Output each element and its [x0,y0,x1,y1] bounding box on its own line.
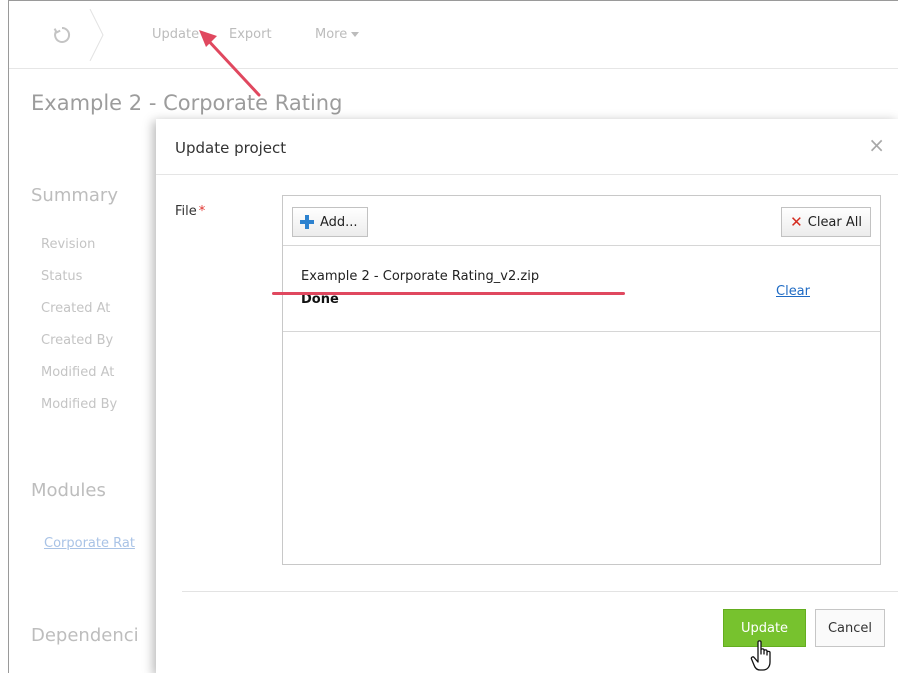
summary-heading: Summary [31,185,118,206]
chevron-down-icon [351,32,360,37]
cancel-button[interactable]: Cancel [815,609,885,647]
dialog-header: Update project × [156,119,898,175]
dependencies-heading: Dependenci [31,625,139,646]
toolbar-more-menu[interactable]: More [315,27,360,42]
update-project-dialog: Update project × File * Add... ✕ Clear Al… [156,119,898,673]
file-label-text: File [175,204,197,219]
list-item: Example 2 - Corporate Rating_v2.zip Done… [283,246,880,332]
refresh-icon[interactable] [52,25,72,45]
toolbar-update-link[interactable]: Update [152,27,199,42]
field-label: Created By [41,333,114,348]
add-file-button[interactable]: Add... [292,207,368,237]
add-button-label: Add... [320,214,358,230]
annotation-underline [272,292,625,295]
required-marker: * [198,204,206,219]
dialog-title: Update project [175,139,287,157]
plus-icon [300,215,314,229]
module-link[interactable]: Corporate Rat [44,536,135,551]
hand-cursor-icon [750,640,771,671]
toolbar-more-label: More [315,27,348,42]
clear-all-button[interactable]: ✕ Clear All [781,207,871,237]
file-field-label: File * [175,204,205,219]
top-toolbar: Update Export More [9,1,898,69]
app-window: Update Export More Example 2 - Corporate… [8,0,898,673]
field-label: Status [41,269,83,284]
clear-file-link[interactable]: Clear [776,284,810,299]
x-icon: ✕ [790,213,803,231]
field-label: Modified At [41,365,115,380]
modules-heading: Modules [31,480,106,501]
page-title: Example 2 - Corporate Rating [31,91,343,115]
toolbar-separator [89,9,104,61]
field-label: Modified By [41,397,118,412]
close-icon[interactable]: × [868,135,885,155]
annotation-arrow-icon [199,30,261,97]
dialog-footer-divider [182,591,898,592]
field-label: Revision [41,237,96,252]
upload-toolbar: Add... ✕ Clear All [283,196,880,246]
field-label: Created At [41,301,111,316]
clear-all-label: Clear All [807,214,862,230]
file-name: Example 2 - Corporate Rating_v2.zip [301,269,540,284]
file-upload-area[interactable]: Add... ✕ Clear All Example 2 - Corporate… [282,195,881,565]
